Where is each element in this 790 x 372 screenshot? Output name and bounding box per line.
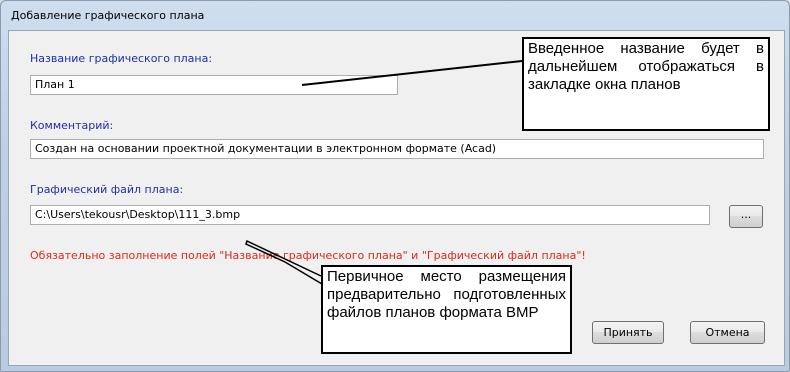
- callout-pointer-name: [301, 60, 523, 86]
- callout-file-info: Первичное место размещения предварительн…: [321, 265, 572, 354]
- callout-name-info: Введенное название будет в дальнейшем от…: [522, 37, 770, 131]
- callout-pointer-file: [245, 239, 323, 285]
